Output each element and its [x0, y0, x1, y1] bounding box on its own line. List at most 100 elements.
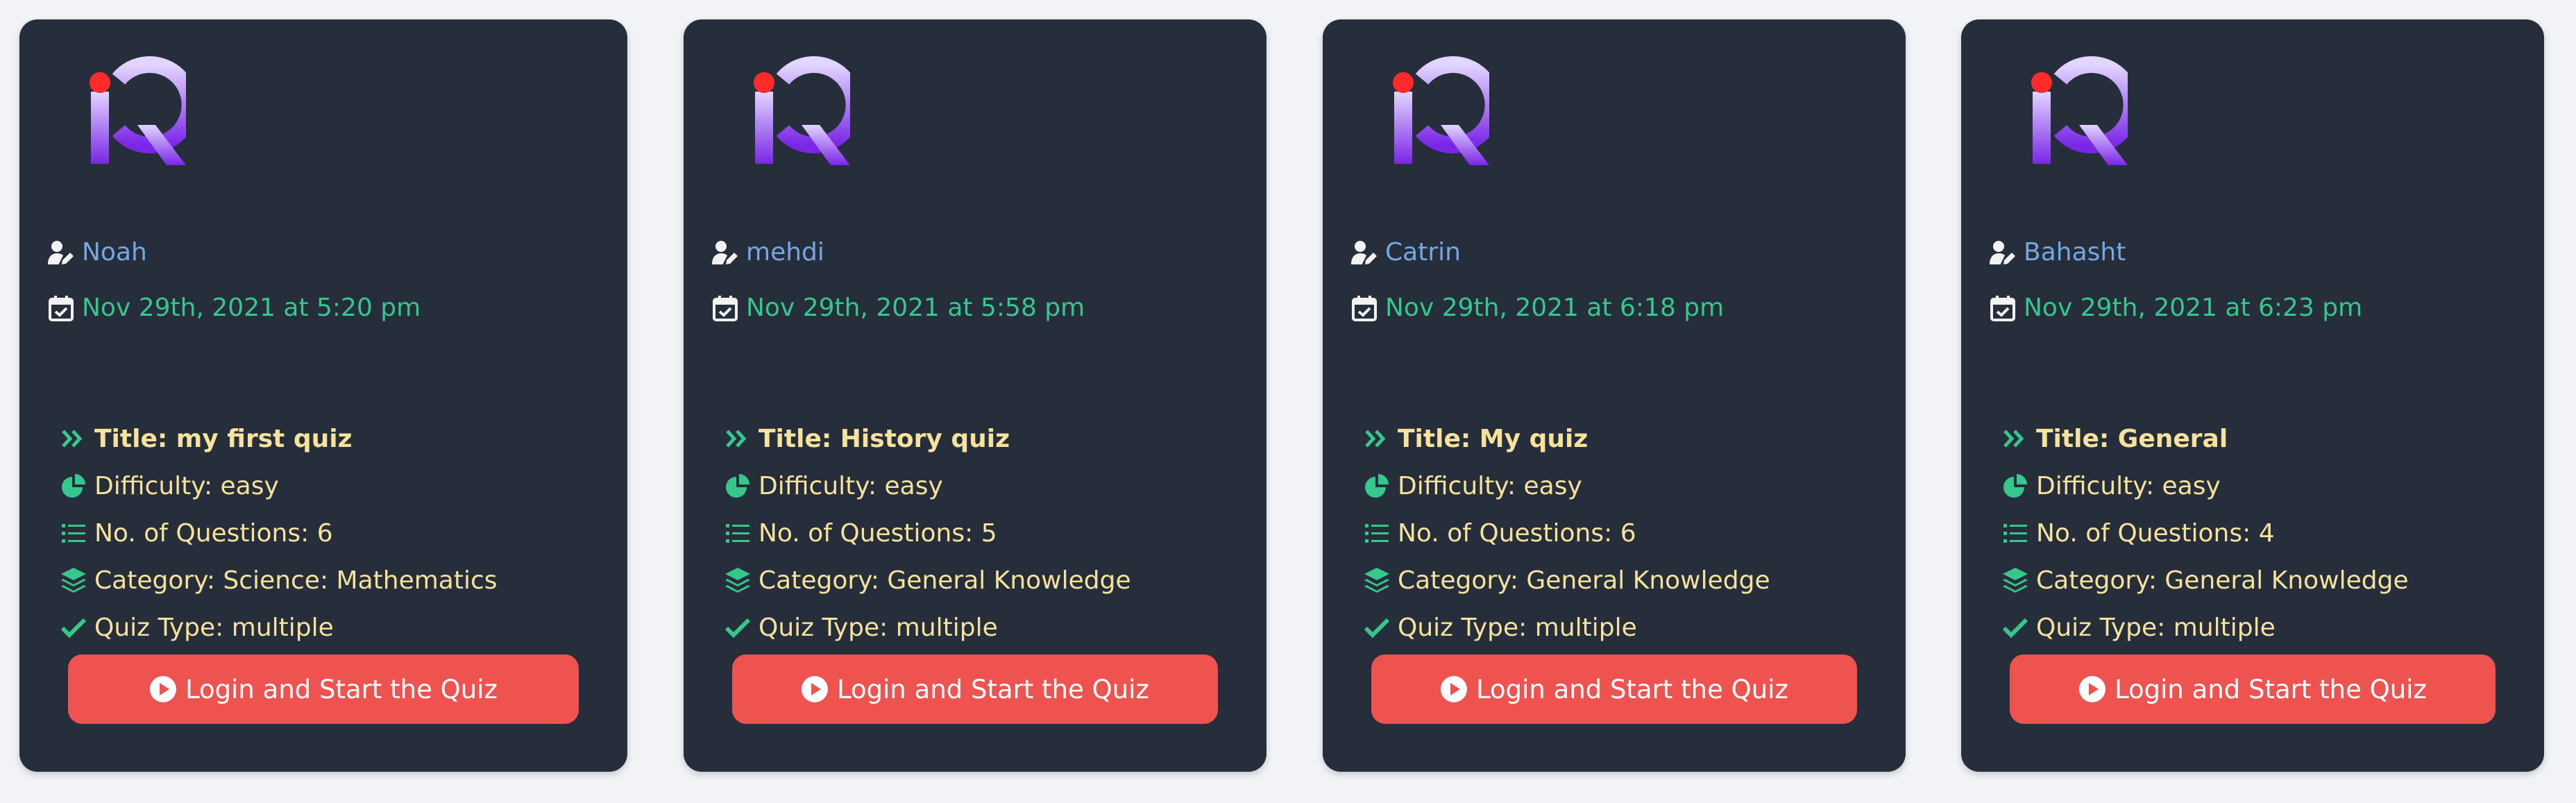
quiz-title-row: Title: History quiz	[724, 415, 1131, 462]
author-name[interactable]: mehdi	[746, 238, 824, 267]
questions-row: No. of Questions: 6	[1363, 509, 1770, 557]
category-row: Category: Science: Mathematics	[60, 557, 498, 604]
type-row: Quiz Type: multiple	[60, 604, 498, 651]
difficulty-text: Difficulty: easy	[2036, 471, 2221, 500]
author-name[interactable]: Noah	[82, 238, 147, 267]
questions-row: No. of Questions: 5	[724, 509, 1131, 557]
type-text: Quiz Type: multiple	[94, 613, 334, 642]
double-chevron-right-icon	[726, 430, 747, 448]
calendar-check-icon	[1990, 295, 2015, 321]
date-row: Nov 29th, 2021 at 5:20 pm	[47, 294, 421, 322]
login-start-quiz-button[interactable]: Login and Start the Quiz	[732, 654, 1218, 724]
play-circle-icon	[150, 676, 177, 702]
author-name[interactable]: Bahasht	[2024, 238, 2126, 267]
quiz-card: mehdi Nov 29th, 2021 at 5:58 pm Title: H…	[684, 19, 1266, 772]
calendar-check-icon	[713, 295, 738, 321]
difficulty-row: Difficulty: easy	[724, 462, 1131, 509]
button-label: Login and Start the Quiz	[185, 674, 498, 704]
questions-row: No. of Questions: 6	[60, 509, 498, 557]
date-row: Nov 29th, 2021 at 5:58 pm	[711, 294, 1085, 322]
check-icon	[2002, 618, 2028, 639]
type-row: Quiz Type: multiple	[1363, 604, 1770, 651]
category-text: Category: General Knowledge	[2036, 566, 2409, 595]
check-icon	[1364, 618, 1390, 639]
quiz-card: Catrin Nov 29th, 2021 at 6:18 pm Title: …	[1323, 19, 1906, 772]
login-start-quiz-button[interactable]: Login and Start the Quiz	[2010, 654, 2496, 724]
author-row: Catrin	[1350, 238, 1461, 267]
quiz-title: Title: my first quiz	[94, 424, 353, 453]
type-row: Quiz Type: multiple	[724, 604, 1131, 651]
category-row: Category: General Knowledge	[2001, 557, 2409, 604]
category-row: Category: General Knowledge	[1363, 557, 1770, 604]
quiz-title: Title: History quiz	[759, 424, 1010, 453]
layers-icon	[2003, 568, 2028, 593]
category-text: Category: Science: Mathematics	[94, 566, 498, 595]
quiz-details: Title: My quiz Difficulty: easy No. of Q…	[1363, 415, 1770, 651]
double-chevron-right-icon	[62, 430, 83, 448]
button-label: Login and Start the Quiz	[2115, 674, 2427, 704]
layers-icon	[725, 568, 750, 593]
pie-chart-icon	[2003, 474, 2027, 498]
difficulty-row: Difficulty: easy	[60, 462, 498, 509]
login-start-quiz-button[interactable]: Login and Start the Quiz	[68, 654, 579, 724]
category-row: Category: General Knowledge	[724, 557, 1131, 604]
quiz-card: Noah Nov 29th, 2021 at 5:20 pm Title: my…	[19, 19, 627, 772]
list-icon	[2003, 524, 2027, 543]
iq-logo	[1393, 56, 1489, 165]
category-text: Category: General Knowledge	[1398, 566, 1770, 595]
quiz-details: Title: General Difficulty: easy No. of Q…	[2001, 415, 2409, 651]
double-chevron-right-icon	[2003, 430, 2024, 448]
questions-text: No. of Questions: 5	[759, 518, 997, 548]
difficulty-text: Difficulty: easy	[1398, 471, 1582, 500]
check-icon	[724, 618, 751, 639]
pie-chart-icon	[726, 474, 749, 498]
iq-logo	[2031, 56, 2128, 165]
user-pen-icon	[1351, 240, 1377, 264]
quiz-date: Nov 29th, 2021 at 5:20 pm	[82, 294, 421, 322]
double-chevron-right-icon	[1365, 430, 1386, 448]
iq-logo	[754, 56, 850, 165]
author-row: Bahasht	[1989, 238, 2126, 267]
layers-icon	[1364, 568, 1389, 593]
quiz-details: Title: my first quiz Difficulty: easy No…	[60, 415, 498, 651]
questions-row: No. of Questions: 4	[2001, 509, 2409, 557]
calendar-check-icon	[1352, 295, 1377, 321]
play-circle-icon	[1441, 676, 1468, 702]
check-icon	[60, 618, 87, 639]
date-row: Nov 29th, 2021 at 6:18 pm	[1350, 294, 1724, 322]
difficulty-text: Difficulty: easy	[759, 471, 943, 500]
type-row: Quiz Type: multiple	[2001, 604, 2409, 651]
questions-text: No. of Questions: 6	[94, 518, 333, 548]
user-pen-icon	[1990, 240, 2015, 264]
pie-chart-icon	[62, 474, 85, 498]
login-start-quiz-button[interactable]: Login and Start the Quiz	[1371, 654, 1857, 724]
calendar-check-icon	[49, 295, 74, 321]
play-circle-icon	[2079, 676, 2106, 702]
list-icon	[726, 524, 749, 543]
pie-chart-icon	[1365, 474, 1389, 498]
category-text: Category: General Knowledge	[759, 566, 1131, 595]
quiz-details: Title: History quiz Difficulty: easy No.…	[724, 415, 1131, 651]
list-icon	[1365, 524, 1389, 543]
questions-text: No. of Questions: 4	[2036, 518, 2275, 548]
type-text: Quiz Type: multiple	[1398, 613, 1637, 642]
type-text: Quiz Type: multiple	[2036, 613, 2276, 642]
button-label: Login and Start the Quiz	[837, 674, 1149, 704]
quiz-title-row: Title: my first quiz	[60, 415, 498, 462]
quiz-title: Title: General	[2036, 424, 2228, 453]
quiz-title-row: Title: My quiz	[1363, 415, 1770, 462]
quiz-title: Title: My quiz	[1398, 424, 1588, 453]
user-pen-icon	[48, 240, 74, 264]
author-name[interactable]: Catrin	[1385, 238, 1461, 267]
user-pen-icon	[712, 240, 738, 264]
layers-icon	[61, 568, 86, 593]
author-row: mehdi	[711, 238, 824, 267]
questions-text: No. of Questions: 6	[1398, 518, 1636, 548]
type-text: Quiz Type: multiple	[759, 613, 998, 642]
quiz-date: Nov 29th, 2021 at 6:18 pm	[1385, 294, 1725, 322]
date-row: Nov 29th, 2021 at 6:23 pm	[1989, 294, 2362, 322]
play-circle-icon	[802, 676, 829, 702]
quiz-card: Bahasht Nov 29th, 2021 at 6:23 pm Title:…	[1961, 19, 2544, 772]
difficulty-row: Difficulty: easy	[1363, 462, 1770, 509]
difficulty-row: Difficulty: easy	[2001, 462, 2409, 509]
